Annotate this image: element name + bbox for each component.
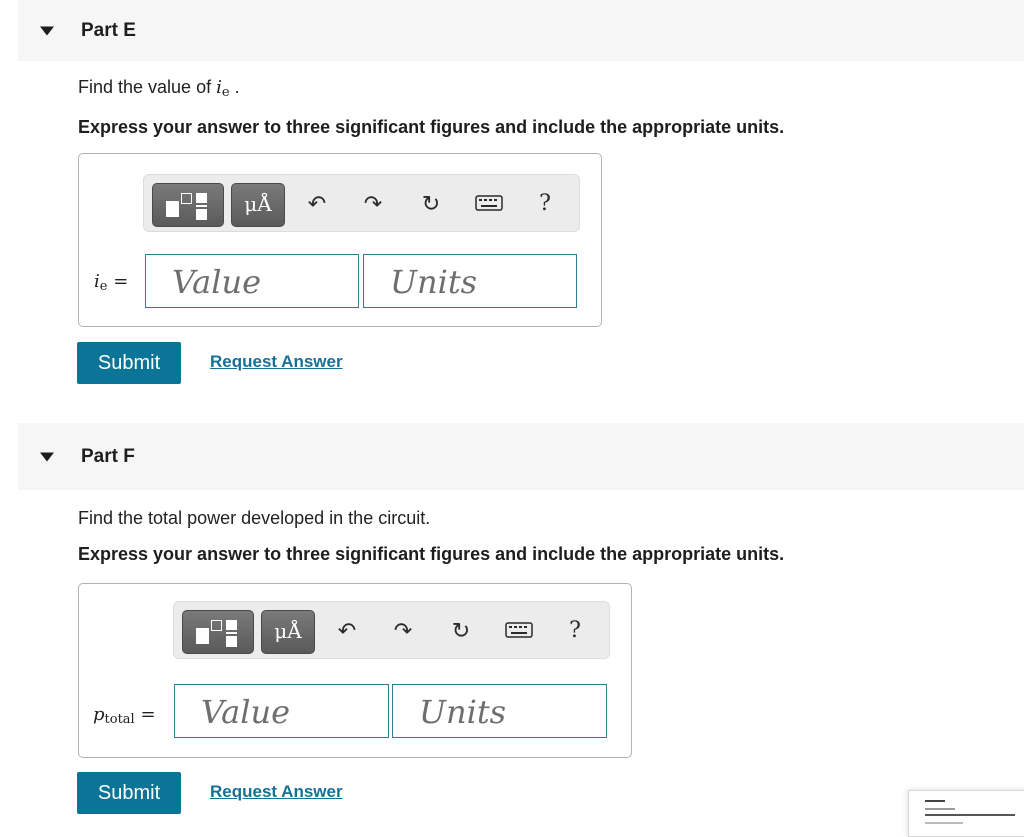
part-e-title: Part E — [81, 19, 136, 41]
value-input[interactable]: Value — [174, 684, 389, 738]
units-input[interactable]: Units — [363, 254, 577, 308]
ptotal-label: ptotal = — [93, 704, 156, 727]
redo-icon[interactable]: ↷ — [358, 189, 388, 219]
templates-icon[interactable] — [152, 183, 224, 227]
part-f-prompt: Find the total power developed in the ci… — [78, 508, 431, 528]
ie-label: ie = — [94, 271, 129, 294]
help-icon[interactable]: ? — [560, 616, 590, 646]
keyboard-icon[interactable] — [504, 616, 534, 646]
units-input[interactable]: Units — [392, 684, 607, 738]
math-toolbar: μÅ ↶ ↷ ↻ ? — [173, 601, 610, 659]
part-f-answer-box: μÅ ↶ ↷ ↻ ? ptotal = Value Units — [78, 583, 632, 758]
undo-icon[interactable]: ↶ — [302, 189, 332, 219]
value-input[interactable]: Value — [145, 254, 359, 308]
part-f-header[interactable]: Part F — [18, 423, 1024, 490]
math-toolbar: μÅ ↶ ↷ ↻ ? — [143, 174, 580, 232]
submit-button[interactable]: Submit — [77, 772, 181, 814]
templates-icon[interactable] — [182, 610, 254, 654]
part-e-instruction: Express your answer to three significant… — [78, 117, 785, 137]
help-icon[interactable]: ? — [530, 189, 560, 219]
request-answer-link[interactable]: Request Answer — [210, 352, 343, 372]
keyboard-icon[interactable] — [474, 189, 504, 219]
part-f-instruction: Express your answer to three significant… — [78, 544, 785, 564]
part-f-title: Part F — [81, 445, 135, 467]
units-icon[interactable]: μÅ — [261, 610, 315, 654]
units-icon[interactable]: μÅ — [231, 183, 285, 227]
submit-button[interactable]: Submit — [77, 342, 181, 384]
part-e-header[interactable]: Part E — [18, 0, 1024, 61]
part-e-prompt: Find the value of ie . — [78, 77, 240, 100]
undo-icon[interactable]: ↶ — [332, 616, 362, 646]
part-e-answer-box: μÅ ↶ ↷ ↻ ? ie = Value Units — [78, 153, 602, 327]
collapse-triangle-icon[interactable] — [40, 452, 54, 461]
request-answer-link[interactable]: Request Answer — [210, 782, 343, 802]
collapse-triangle-icon[interactable] — [40, 26, 54, 35]
reset-icon[interactable]: ↻ — [446, 616, 476, 646]
redo-icon[interactable]: ↷ — [388, 616, 418, 646]
reset-icon[interactable]: ↻ — [416, 189, 446, 219]
